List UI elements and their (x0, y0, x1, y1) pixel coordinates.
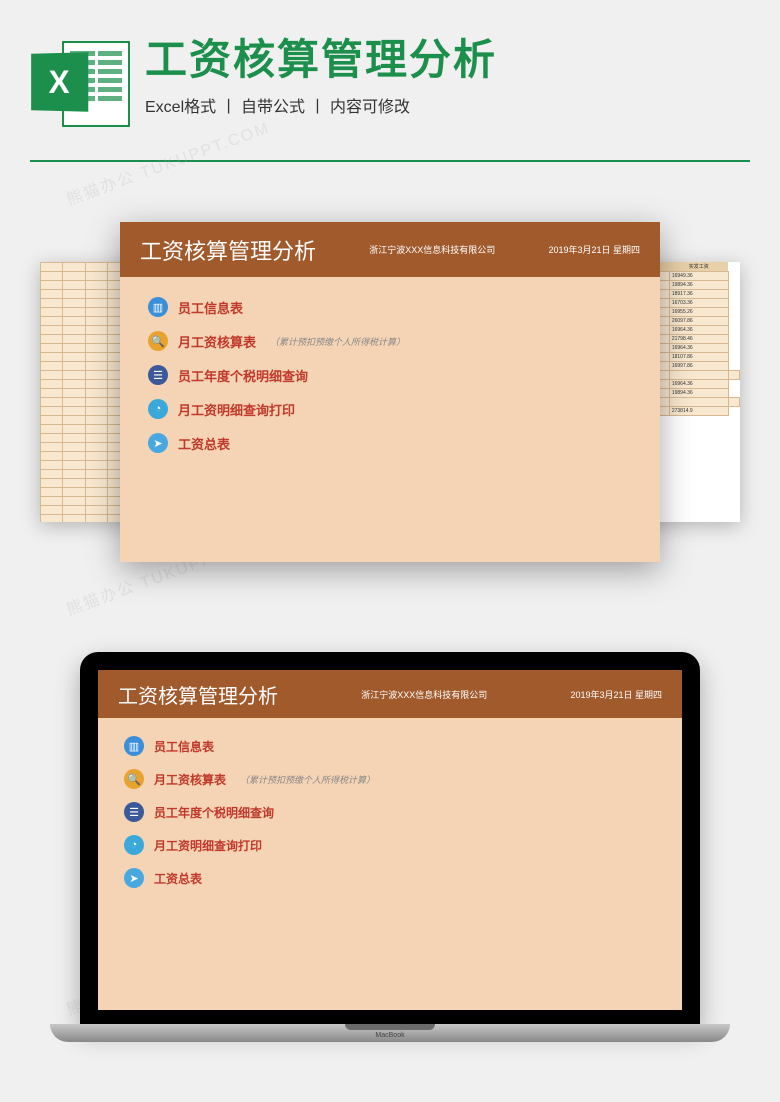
menu-label: 月工资核算表 (154, 771, 226, 788)
card-header: 工资核算管理分析 浙江宁波XXX信息科技有限公司 2019年3月21日 星期四 (98, 670, 682, 718)
menu-label: 员工年度个税明细查询 (154, 804, 274, 821)
bar-chart-icon: ▥ (124, 736, 144, 756)
list-icon: ☰ (148, 365, 168, 385)
clock-icon: ◔ (148, 399, 168, 419)
laptop-screen: 工资核算管理分析 浙江宁波XXX信息科技有限公司 2019年3月21日 星期四 … (98, 670, 682, 1010)
page-title: 工资核算管理分析 (145, 35, 750, 85)
menu-item-monthly-salary[interactable]: 🔍 月工资核算表 （累计预扣预缴个人所得税计算） (124, 769, 656, 789)
menu-label: 月工资明细查询打印 (178, 400, 295, 419)
menu-label: 工资总表 (178, 434, 230, 453)
search-icon: 🔍 (148, 331, 168, 351)
preview-stack: 合计月薪预扣个税实发工资 14574.44262.8616949.3613724… (0, 202, 780, 582)
laptop-mockup: 工资核算管理分析 浙江宁波XXX信息科技有限公司 2019年3月21日 星期四 … (0, 652, 780, 1042)
menu-item-annual-tax[interactable]: ☰ 员工年度个税明细查询 (148, 365, 632, 385)
excel-x-badge: X (31, 52, 88, 111)
header-divider (30, 160, 750, 162)
laptop-notch (345, 1024, 435, 1030)
menu-label: 员工年度个税明细查询 (178, 366, 308, 385)
card-company: 浙江宁波XXX信息科技有限公司 (298, 688, 550, 701)
menu-item-detail-print[interactable]: ◔ 月工资明细查询打印 (148, 399, 632, 419)
menu-note: （累计预扣预缴个人所得税计算） (240, 773, 375, 786)
menu-item-monthly-salary[interactable]: 🔍 月工资核算表 （累计预扣预缴个人所得税计算） (148, 331, 632, 351)
menu-item-detail-print[interactable]: ◔ 月工资明细查询打印 (124, 835, 656, 855)
page-subtitle: Excel格式 丨 自带公式 丨 内容可修改 (145, 93, 750, 117)
menu-label: 工资总表 (154, 870, 202, 887)
list-icon: ☰ (124, 802, 144, 822)
menu-label: 月工资明细查询打印 (154, 837, 262, 854)
card-title: 工资核算管理分析 (140, 234, 316, 266)
card-date: 2019年3月21日 星期四 (548, 243, 640, 256)
main-preview-card: 工资核算管理分析 浙江宁波XXX信息科技有限公司 2019年3月21日 星期四 … (120, 222, 660, 562)
card-header: 工资核算管理分析 浙江宁波XXX信息科技有限公司 2019年3月21日 星期四 (120, 222, 660, 277)
card-menu: ▥ 员工信息表 🔍 月工资核算表 （累计预扣预缴个人所得税计算） ☰ 员工年度个… (98, 718, 682, 906)
menu-label: 员工信息表 (178, 298, 243, 317)
send-icon: ➤ (124, 868, 144, 888)
menu-item-salary-summary[interactable]: ➤ 工资总表 (124, 868, 656, 888)
laptop-base: MacBook (50, 1024, 730, 1042)
laptop-brand-label: MacBook (375, 1032, 404, 1039)
subtitle-part: 自带公式 (241, 99, 305, 116)
menu-note: （累计预扣预缴个人所得税计算） (270, 335, 405, 348)
excel-icon: X (30, 35, 130, 135)
card-company: 浙江宁波XXX信息科技有限公司 (336, 243, 528, 256)
card-title: 工资核算管理分析 (118, 680, 278, 709)
menu-label: 月工资核算表 (178, 332, 256, 351)
subtitle-part: 内容可修改 (330, 99, 410, 116)
card-menu: ▥ 员工信息表 🔍 月工资核算表 （累计预扣预缴个人所得税计算） ☰ 员工年度个… (120, 277, 660, 473)
menu-item-salary-summary[interactable]: ➤ 工资总表 (148, 433, 632, 453)
subtitle-part: Excel格式 (145, 99, 216, 116)
bar-chart-icon: ▥ (148, 297, 168, 317)
menu-item-employee-info[interactable]: ▥ 员工信息表 (124, 736, 656, 756)
card-date: 2019年3月21日 星期四 (570, 688, 662, 701)
menu-label: 员工信息表 (154, 738, 214, 755)
send-icon: ➤ (148, 433, 168, 453)
search-icon: 🔍 (124, 769, 144, 789)
laptop-bezel: 工资核算管理分析 浙江宁波XXX信息科技有限公司 2019年3月21日 星期四 … (80, 652, 700, 1024)
clock-icon: ◔ (124, 835, 144, 855)
menu-item-employee-info[interactable]: ▥ 员工信息表 (148, 297, 632, 317)
template-header: X 工资核算管理分析 Excel格式 丨 自带公式 丨 内容可修改 (0, 0, 780, 155)
menu-item-annual-tax[interactable]: ☰ 员工年度个税明细查询 (124, 802, 656, 822)
